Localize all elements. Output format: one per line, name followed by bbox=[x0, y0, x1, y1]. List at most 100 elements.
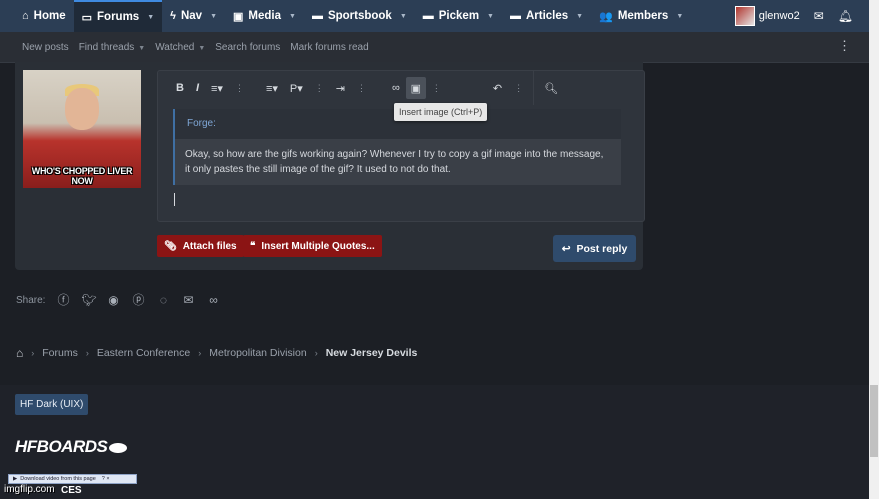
nav-media[interactable]: ▣ Media ▼ bbox=[225, 0, 304, 32]
footer-ces-fragment: CES bbox=[61, 485, 82, 496]
forums-icon: ▭ bbox=[81, 11, 93, 24]
align-icon[interactable]: ≡▾ bbox=[260, 82, 284, 95]
chevron-down-icon[interactable]: ▼ bbox=[400, 13, 407, 20]
facebook-icon[interactable]: ⓕ bbox=[56, 293, 70, 307]
insert-image-icon[interactable]: ▣ bbox=[405, 77, 426, 99]
more-insert-options-icon[interactable]: ⋮ bbox=[426, 83, 447, 94]
nav-sportsbook[interactable]: ▬ Sportsbook ▼ bbox=[304, 0, 415, 32]
user-menu[interactable]: glenwo2 bbox=[734, 6, 800, 26]
nav-members[interactable]: 👥 Members ▼ bbox=[591, 0, 691, 32]
user-avatar-image: WHO'S CHOPPED LIVER NOW bbox=[23, 70, 141, 188]
attach-files-button[interactable]: 📎︎ Attach files bbox=[157, 235, 244, 257]
paragraph-icon[interactable]: P▾ bbox=[284, 82, 309, 95]
editor-toolbar: B I ≡▾ ⋮ ≡▾ P▾ ⋮ ⇥ ⋮ ∞ ▣ ⋮ ↶ ⋮ 🔍︎ bbox=[158, 71, 644, 105]
more-options-icon[interactable]: ⋮ bbox=[838, 38, 851, 54]
chevron-right-icon: › bbox=[31, 348, 35, 358]
post-reply-label: Post reply bbox=[576, 242, 628, 255]
text-cursor bbox=[174, 193, 175, 206]
nav-pickem[interactable]: ▬ Pickem ▼ bbox=[415, 0, 502, 32]
avatar[interactable] bbox=[734, 6, 755, 26]
puck-icon bbox=[109, 442, 128, 453]
home-icon: ⌂ bbox=[22, 10, 29, 22]
chevron-right-icon: › bbox=[314, 348, 318, 358]
more-text-options-icon[interactable]: ⋮ bbox=[229, 83, 250, 94]
chevron-right-icon: › bbox=[85, 348, 89, 358]
members-icon: 👥 bbox=[599, 10, 613, 23]
nav-members-label: Members bbox=[617, 10, 669, 22]
avatar-face bbox=[65, 88, 99, 130]
envelope-icon[interactable]: ✉ bbox=[814, 9, 824, 23]
nav-articles[interactable]: ▬ Articles ▼ bbox=[502, 0, 591, 32]
bolt-icon: ϟ bbox=[170, 10, 176, 22]
twitter-icon[interactable]: 🐦︎ bbox=[81, 293, 96, 307]
attach-files-label: Attach files bbox=[182, 240, 237, 252]
text-options-icon[interactable]: ≡▾ bbox=[205, 82, 229, 95]
reddit-icon[interactable]: ◉ bbox=[106, 293, 120, 307]
email-icon[interactable]: ✉ bbox=[181, 293, 195, 307]
link-icon[interactable]: ∞ bbox=[206, 293, 220, 307]
imgflip-download-bar[interactable]: ▶ Download video from this page ? × bbox=[8, 474, 137, 484]
breadcrumb-metropolitan-division[interactable]: Metropolitan Division bbox=[209, 347, 306, 359]
more-undo-options-icon[interactable]: ⋮ bbox=[508, 83, 529, 94]
breadcrumb-eastern-conference[interactable]: Eastern Conference bbox=[97, 347, 190, 359]
undo-icon[interactable]: ↶ bbox=[487, 82, 508, 95]
breadcrumb: ⌂ › Forums › Eastern Conference › Metrop… bbox=[16, 346, 417, 360]
play-icon: ▶ bbox=[13, 476, 18, 482]
chevron-right-icon: › bbox=[198, 348, 202, 358]
subnav-search-forums[interactable]: Search forums bbox=[210, 42, 285, 53]
quote-icon: ❝ bbox=[250, 240, 256, 252]
nav-nav[interactable]: ϟ Nav ▼ bbox=[162, 0, 225, 32]
username[interactable]: glenwo2 bbox=[759, 10, 800, 22]
more-paragraph-options-icon[interactable]: ⋮ bbox=[309, 83, 330, 94]
nav-nav-label: Nav bbox=[180, 10, 203, 22]
bold-icon[interactable]: B bbox=[170, 82, 190, 94]
nav-articles-label: Articles bbox=[525, 10, 569, 22]
top-navigation: ⌂ Home ▭ Forums ▼ ϟ Nav ▼ ▣ Media ▼ ▬ Sportsbook… bbox=[0, 0, 869, 32]
post-reply-button[interactable]: ↩ Post reply bbox=[553, 235, 636, 262]
nav-forums[interactable]: ▭ Forums ▼ bbox=[73, 0, 163, 32]
chevron-down-icon[interactable]: ▼ bbox=[138, 45, 145, 52]
subnav-mark-forums-read[interactable]: Mark forums read bbox=[285, 42, 373, 53]
subnav-watched[interactable]: Watched ▼ bbox=[150, 42, 210, 53]
image-icon: ▣ bbox=[233, 10, 244, 23]
hfboards-logo[interactable]: HFBOARDS bbox=[15, 437, 128, 457]
chevron-down-icon[interactable]: ▼ bbox=[289, 13, 296, 20]
pinterest-icon[interactable]: ⓟ bbox=[131, 293, 145, 307]
italic-icon[interactable]: I bbox=[190, 82, 205, 94]
page-scrollbar[interactable] bbox=[869, 0, 879, 499]
home-icon[interactable]: ⌂ bbox=[16, 346, 23, 360]
breadcrumb-forums[interactable]: Forums bbox=[42, 347, 78, 359]
subnav-find-threads[interactable]: Find threads ▼ bbox=[74, 42, 151, 53]
rich-text-editor[interactable]: B I ≡▾ ⋮ ≡▾ P▾ ⋮ ⇥ ⋮ ∞ ▣ ⋮ ↶ ⋮ 🔍︎ Forge:… bbox=[157, 70, 645, 222]
nav-forums-label: Forums bbox=[97, 11, 140, 23]
nav-home[interactable]: ⌂ Home bbox=[0, 0, 74, 32]
folder-icon: ▬ bbox=[509, 10, 521, 22]
share-label: Share: bbox=[16, 294, 46, 306]
chevron-down-icon[interactable]: ▼ bbox=[576, 13, 583, 20]
toolbar-divider bbox=[533, 71, 535, 105]
share-bar: Share: ⓕ 🐦︎ ◉ ⓟ ◌ ✉ ∞ bbox=[16, 293, 220, 307]
indent-icon[interactable]: ⇥ bbox=[330, 82, 351, 95]
chevron-down-icon[interactable]: ▼ bbox=[198, 45, 205, 52]
chevron-down-icon[interactable]: ▼ bbox=[676, 13, 683, 20]
avatar-caption: WHO'S CHOPPED LIVER NOW bbox=[31, 166, 133, 186]
imgflip-watermark: imgflip.com bbox=[4, 484, 55, 495]
close-icon[interactable]: ? × bbox=[102, 476, 110, 482]
subnav-new-posts[interactable]: New posts bbox=[0, 42, 74, 53]
style-chooser-button[interactable]: HF Dark (UIX) bbox=[15, 394, 89, 415]
link-icon[interactable]: ∞ bbox=[386, 82, 406, 94]
breadcrumb-current[interactable]: New Jersey Devils bbox=[326, 347, 418, 359]
subnav-watched-label: Watched bbox=[155, 41, 195, 53]
more-indent-options-icon[interactable]: ⋮ bbox=[351, 83, 372, 94]
chevron-down-icon[interactable]: ▼ bbox=[210, 13, 217, 20]
preview-icon[interactable]: 🔍︎ bbox=[538, 82, 564, 95]
nav-sportsbook-label: Sportsbook bbox=[327, 10, 392, 22]
insert-multiple-quotes-button[interactable]: ❝ Insert Multiple Quotes... bbox=[243, 235, 382, 257]
reply-icon: ↩ bbox=[561, 242, 571, 255]
chevron-down-icon[interactable]: ▼ bbox=[487, 13, 494, 20]
whatsapp-icon[interactable]: ◌ bbox=[156, 293, 170, 307]
nav-pickem-label: Pickem bbox=[438, 10, 480, 22]
chevron-down-icon[interactable]: ▼ bbox=[147, 14, 154, 21]
bell-icon[interactable]: 🔔︎ bbox=[838, 9, 853, 23]
scrollbar-thumb[interactable] bbox=[870, 385, 878, 457]
